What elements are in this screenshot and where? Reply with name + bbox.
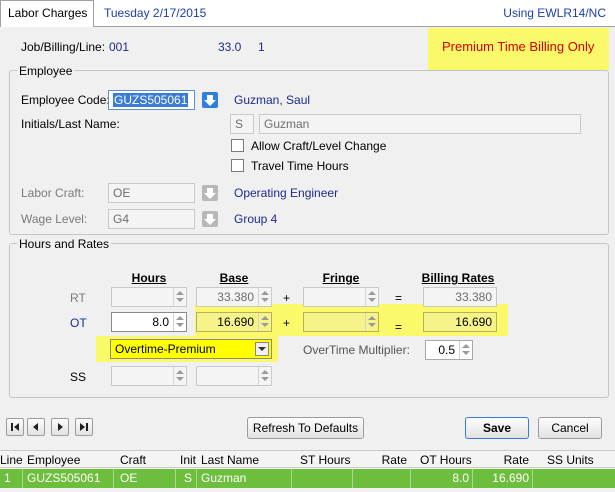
ot-base-spinner[interactable]: 16.690 <box>196 312 272 332</box>
labor-craft-lookup-button[interactable] <box>202 185 218 201</box>
tab-labor-charges[interactable]: Labor Charges <box>0 0 94 27</box>
overtime-multiplier-spinner[interactable]: 0.5 <box>425 340 473 360</box>
base-column-header: Base <box>219 271 249 285</box>
column-header[interactable]: Rate <box>504 453 529 467</box>
ss-label: SS <box>70 370 87 384</box>
travel-time-label: Travel Time Hours <box>251 159 349 173</box>
column-header[interactable]: Init <box>180 453 196 467</box>
initials-last-name-label: Initials/Last Name: <box>21 117 120 131</box>
allow-craft-label: Allow Craft/Level Change <box>251 139 387 153</box>
allow-craft-checkbox[interactable] <box>231 139 244 152</box>
column-separator <box>113 469 114 488</box>
column-header[interactable]: SS Units <box>547 453 594 467</box>
hours-column-header: Hours <box>131 271 167 285</box>
ss-hours-spinner[interactable] <box>111 366 187 386</box>
header-date: Tuesday 2/17/2015 <box>104 6 207 20</box>
first-icon <box>11 423 19 431</box>
billing-rates-column-header: Billing Rates <box>421 271 495 285</box>
ot-fringe-spinner[interactable] <box>303 312 379 332</box>
row-init: S <box>184 471 193 485</box>
hours-rates-group-title: Hours and Rates <box>17 237 112 251</box>
billing-number: 33.0 <box>218 40 242 54</box>
refresh-to-defaults-button[interactable]: Refresh To Defaults <box>247 417 364 439</box>
next-record-button[interactable] <box>51 418 69 436</box>
employee-code-input[interactable]: GUZS505061 <box>108 90 195 110</box>
previous-icon <box>33 423 38 431</box>
last-name-input[interactable]: Guzman <box>259 114 581 134</box>
column-separator <box>532 469 533 488</box>
header-using: Using EWLR14/NC <box>503 6 606 20</box>
last-icon <box>80 423 88 431</box>
employee-code-value: GUZS505061 <box>113 93 189 107</box>
cancel-button[interactable]: Cancel <box>538 417 602 439</box>
column-separator <box>291 469 292 488</box>
premium-banner: Premium Time Billing Only <box>428 28 609 70</box>
column-header[interactable]: Employee <box>27 453 80 467</box>
arrow-down-icon <box>204 214 216 225</box>
row-ot-hours: 8.0 <box>452 471 469 485</box>
wage-level-name: Group 4 <box>234 212 278 226</box>
ot-hours-spinner[interactable]: 8.0 <box>111 312 187 332</box>
chevron-down-icon <box>255 342 269 356</box>
ot-billing-rate: 16.690 <box>423 312 497 332</box>
column-separator <box>410 469 411 488</box>
employee-lookup-button[interactable] <box>202 92 218 108</box>
last-record-button[interactable] <box>75 418 93 436</box>
row-employee: GUZS505061 <box>27 471 101 485</box>
overtime-multiplier-label: OverTime Multiplier: <box>303 343 410 357</box>
column-separator <box>22 469 23 488</box>
wage-level-input[interactable]: G4 <box>108 209 195 229</box>
table-row[interactable]: 1 GUZS505061 OE S Guzman 8.0 16.690 <box>0 469 615 488</box>
column-separator <box>196 469 197 488</box>
initial-input[interactable]: S <box>230 114 254 134</box>
wage-level-label: Wage Level: <box>21 212 88 226</box>
employee-name: Guzman, Saul <box>234 93 311 107</box>
first-record-button[interactable] <box>6 418 24 436</box>
fringe-column-header: Fringe <box>322 271 360 285</box>
column-header[interactable]: OT Hours <box>420 453 472 467</box>
row-last-name: Guzman <box>201 471 247 485</box>
wage-level-lookup-button[interactable] <box>202 211 218 227</box>
rt-billing-rate: 33.380 <box>423 287 497 307</box>
labor-craft-label: Labor Craft: <box>21 186 85 200</box>
row-craft: OE <box>120 471 138 485</box>
column-separator <box>352 469 353 488</box>
ot-label: OT <box>70 316 87 330</box>
row-line: 1 <box>4 471 11 485</box>
row-ot-rate: 16.690 <box>492 471 529 485</box>
labor-craft-name: Operating Engineer <box>234 186 339 200</box>
rt-fringe-spinner[interactable] <box>303 287 379 307</box>
column-header[interactable]: Line <box>0 453 23 467</box>
line-number: 1 <box>258 40 265 54</box>
labor-craft-input[interactable]: OE <box>108 183 195 203</box>
premium-type-value: Overtime-Premium <box>115 342 216 356</box>
ot-equals: = <box>395 320 403 334</box>
column-header[interactable]: ST Hours <box>300 453 350 467</box>
rt-hours-spinner[interactable] <box>111 287 187 307</box>
arrow-down-icon <box>204 95 216 106</box>
column-header[interactable]: Rate <box>382 453 407 467</box>
column-header[interactable]: Craft <box>120 453 146 467</box>
grid-header: Line Employee Craft Init Last Name ST Ho… <box>0 450 615 468</box>
rt-base-spinner[interactable]: 33.380 <box>196 287 272 307</box>
job-billing-line-label: Job/Billing/Line: <box>21 40 106 54</box>
rt-label: RT <box>70 291 86 305</box>
column-header[interactable]: Last Name <box>201 453 259 467</box>
next-icon <box>58 423 63 431</box>
ss-base-spinner[interactable] <box>196 366 272 386</box>
premium-type-select[interactable]: Overtime-Premium <box>110 339 272 359</box>
employee-code-label: Employee Code: <box>21 93 110 107</box>
employee-group-title: Employee <box>17 64 75 78</box>
column-separator <box>472 469 473 488</box>
rt-plus: + <box>283 291 291 305</box>
column-separator <box>175 469 176 488</box>
rt-equals: = <box>395 291 403 305</box>
job-number: 001 <box>109 40 130 54</box>
arrow-down-icon <box>204 188 216 199</box>
previous-record-button[interactable] <box>27 418 45 436</box>
save-button[interactable]: Save <box>465 417 529 439</box>
travel-time-checkbox[interactable] <box>231 159 244 172</box>
ot-plus: + <box>283 316 291 330</box>
